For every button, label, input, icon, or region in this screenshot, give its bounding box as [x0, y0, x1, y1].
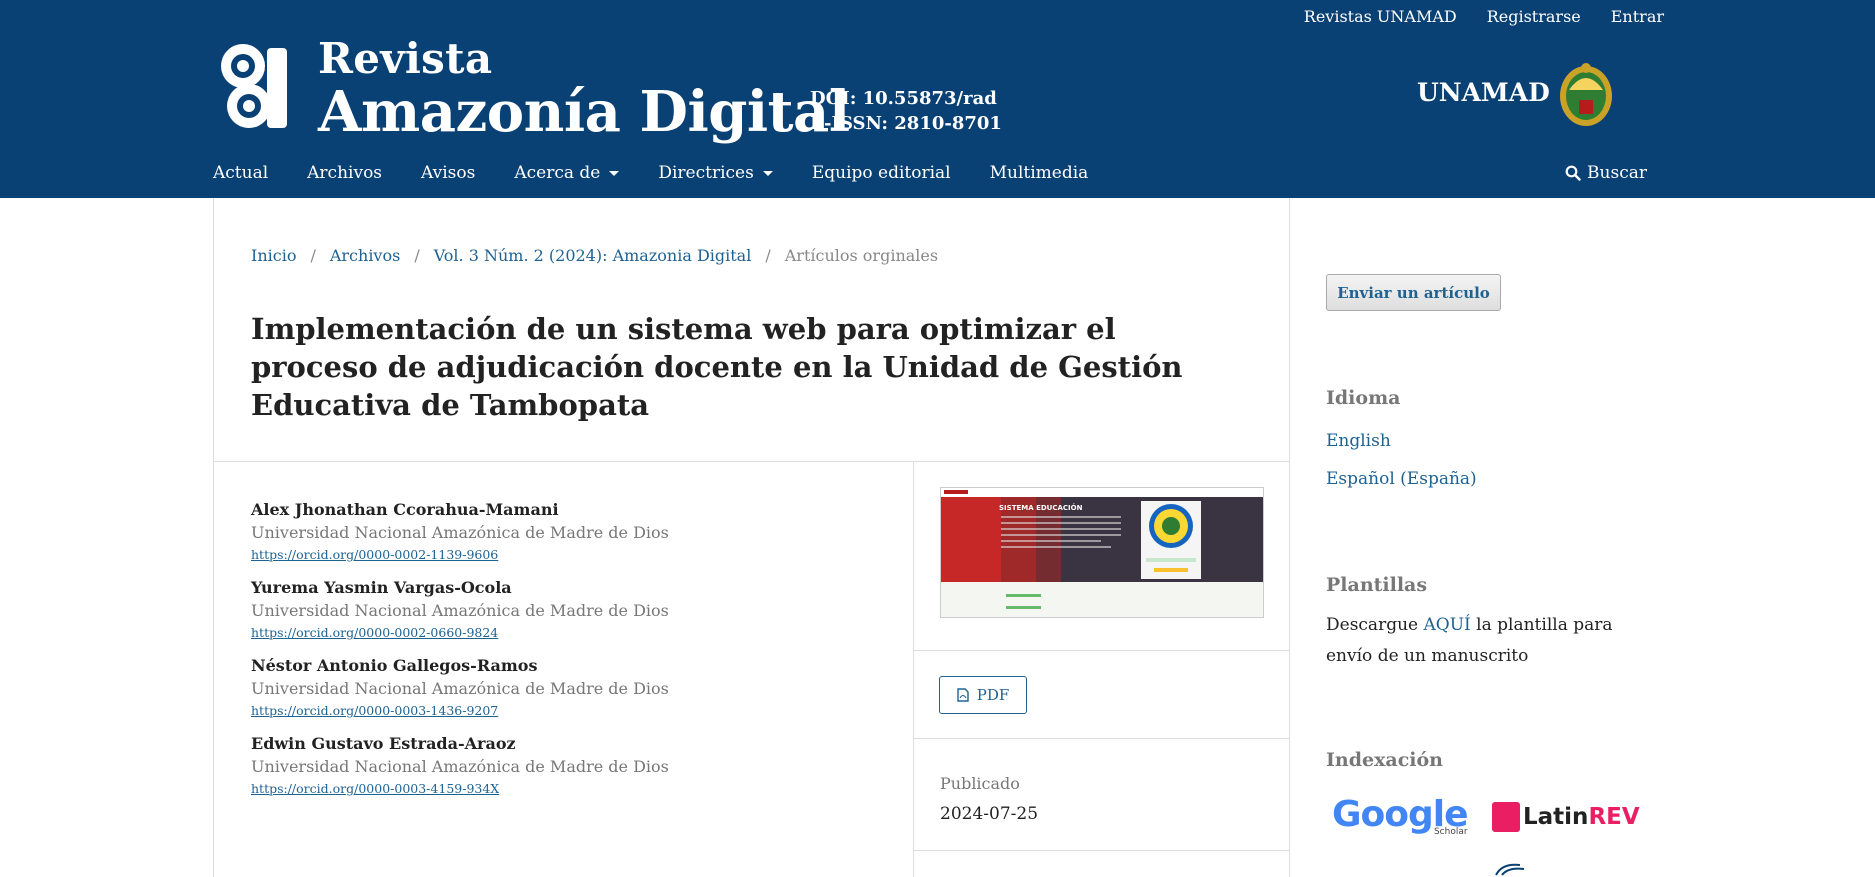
site-header: Revistas UNAMAD Registrarse Entrar Revis… [0, 0, 1875, 198]
search-link[interactable]: Buscar [1565, 163, 1647, 183]
divider [914, 738, 1290, 739]
university-crest-icon [1560, 63, 1612, 126]
breadcrumb-separator: / [765, 246, 771, 265]
doi-block: DOI: 10.55873/rad E-ISSN: 2810-8701 [810, 86, 1002, 136]
login-link[interactable]: Entrar [1611, 7, 1664, 26]
author-affiliation: Universidad Nacional Amazónica de Madre … [251, 757, 669, 776]
site-title[interactable]: Revista Amazonía Digital [318, 34, 850, 145]
breadcrumb-separator: / [310, 246, 316, 265]
pdf-file-icon [957, 688, 969, 702]
breadcrumb-inicio[interactable]: Inicio [251, 246, 296, 265]
orcid-link[interactable]: https://orcid.org/0000-0002-1139-9606 [251, 546, 891, 564]
main-nav: Actual Archivos Avisos Acerca de Directr… [213, 163, 1127, 183]
author-name: Edwin Gustavo Estrada-Araoz [251, 734, 516, 753]
latinrev-map-icon [1492, 802, 1520, 832]
pdf-label: PDF [976, 686, 1010, 704]
author-list: Alex Jhonathan Ccorahua-Mamani Universid… [251, 500, 891, 812]
user-nav: Revistas UNAMAD Registrarse Entrar [1304, 7, 1664, 26]
nav-acerca-de[interactable]: Acerca de [514, 163, 620, 183]
indexing-heading: Indexación [1326, 749, 1443, 771]
language-spanish-link[interactable]: Español (España) [1326, 469, 1477, 489]
chevron-down-icon [609, 170, 620, 176]
template-download-link[interactable]: AQUÍ [1424, 615, 1471, 635]
nav-directrices-label: Directrices [658, 163, 754, 183]
article-cover-image[interactable]: SISTEMA EDUCACIÓN [940, 487, 1264, 618]
cover-thumbnail-graphic: SISTEMA EDUCACIÓN [941, 488, 1263, 617]
latinrev-wordmark: LatinREV [1523, 804, 1640, 830]
language-heading: Idioma [1326, 387, 1401, 409]
column-divider [913, 462, 914, 877]
templates-text-before: Descargue [1326, 615, 1424, 635]
divider [914, 850, 1290, 851]
latinrev-prefix: Latin [1523, 804, 1589, 830]
submit-article-button[interactable]: Enviar un artículo [1326, 274, 1501, 311]
breadcrumb: Inicio / Archivos / Vol. 3 Núm. 2 (2024)… [251, 246, 938, 265]
published-date: 2024-07-25 [940, 804, 1039, 824]
journal-logo[interactable] [215, 42, 297, 134]
author-affiliation: Universidad Nacional Amazónica de Madre … [251, 523, 669, 542]
cover-thumbnail-heading: SISTEMA EDUCACIÓN [999, 503, 1083, 512]
language-english-link[interactable]: English [1326, 431, 1391, 451]
orcid-link[interactable]: https://orcid.org/0000-0002-0660-9824 [251, 624, 891, 642]
register-link[interactable]: Registrarse [1487, 7, 1581, 26]
divider [914, 650, 1290, 651]
latinrev-logo[interactable]: LatinREV [1492, 802, 1640, 832]
orcid-link[interactable]: https://orcid.org/0000-0003-1436-9207 [251, 702, 891, 720]
author-name: Yurema Yasmin Vargas-Ocola [251, 578, 512, 597]
breadcrumb-current: Artículos orginales [784, 246, 939, 265]
divider [214, 461, 1290, 462]
nav-directrices[interactable]: Directrices [658, 163, 773, 183]
breadcrumb-separator: / [414, 246, 420, 265]
breadcrumb-issue[interactable]: Vol. 3 Núm. 2 (2024): Amazonia Digital [434, 246, 752, 265]
orcid-link[interactable]: https://orcid.org/0000-0003-4159-934X [251, 780, 891, 798]
author-item: Edwin Gustavo Estrada-Araoz Universidad … [251, 734, 891, 798]
templates-text: Descargue AQUÍ la plantilla para envío d… [1326, 610, 1626, 672]
nav-actual[interactable]: Actual [213, 163, 268, 183]
issn-text: E-ISSN: 2810-8701 [810, 113, 1002, 134]
published-label: Publicado [940, 774, 1020, 793]
author-name: Alex Jhonathan Ccorahua-Mamani [251, 500, 559, 519]
pdf-download-button[interactable]: PDF [939, 676, 1027, 714]
index-logo-icon[interactable] [1492, 861, 1528, 877]
nav-archivos[interactable]: Archivos [307, 163, 382, 183]
author-item: Alex Jhonathan Ccorahua-Mamani Universid… [251, 500, 891, 564]
institution-name: UNAMAD [1417, 78, 1550, 107]
search-icon [1565, 165, 1581, 181]
nav-equipo-editorial[interactable]: Equipo editorial [812, 163, 951, 183]
breadcrumb-archivos[interactable]: Archivos [330, 246, 400, 265]
author-affiliation: Universidad Nacional Amazónica de Madre … [251, 679, 669, 698]
latinrev-suffix: REV [1588, 804, 1640, 830]
doi-text: DOI: 10.55873/rad [810, 88, 997, 109]
nav-acerca-de-label: Acerca de [514, 163, 601, 183]
search-label: Buscar [1587, 163, 1647, 183]
revistas-unamad-link[interactable]: Revistas UNAMAD [1304, 7, 1457, 26]
templates-heading: Plantillas [1326, 574, 1428, 596]
author-item: Yurema Yasmin Vargas-Ocola Universidad N… [251, 578, 891, 642]
article-title: Implementación de un sistema web para op… [251, 312, 1183, 422]
author-name: Néstor Antonio Gallegos-Ramos [251, 656, 538, 675]
site-title-line2: Amazonía Digital [318, 79, 850, 145]
site-title-line1: Revista [318, 34, 493, 83]
article-main: Inicio / Archivos / Vol. 3 Núm. 2 (2024)… [213, 198, 1290, 877]
chevron-down-icon [762, 170, 773, 176]
google-scholar-logo[interactable]: Google Scholar [1332, 794, 1469, 837]
nav-avisos[interactable]: Avisos [421, 163, 475, 183]
author-item: Néstor Antonio Gallegos-Ramos Universida… [251, 656, 891, 720]
author-affiliation: Universidad Nacional Amazónica de Madre … [251, 601, 669, 620]
nav-multimedia[interactable]: Multimedia [990, 163, 1089, 183]
